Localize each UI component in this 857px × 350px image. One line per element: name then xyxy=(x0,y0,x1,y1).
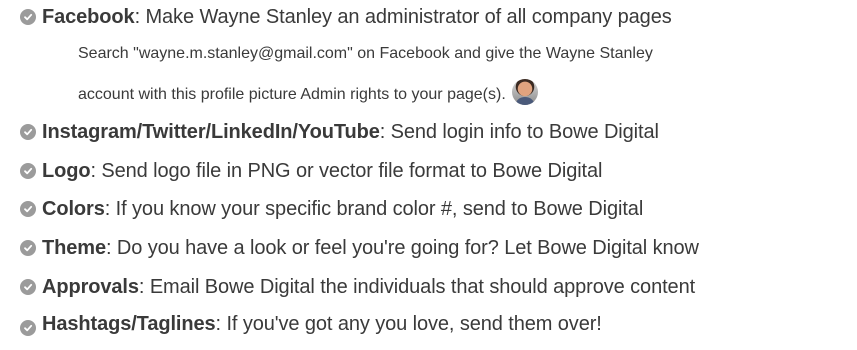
facebook-instructions-line-1: Search "wayne.m.stanley@gmail.com" on Fa… xyxy=(0,42,857,66)
checklist-item-facebook: Facebook: Make Wayne Stanley an administ… xyxy=(0,2,857,32)
check-circle-icon xyxy=(20,240,36,256)
item-title: Theme xyxy=(42,237,106,259)
item-description: : Email Bowe Digital the individuals tha… xyxy=(138,276,696,298)
item-title: Colors xyxy=(42,198,105,220)
checklist-item-hashtags: Hashtags/Taglines: If you've got any you… xyxy=(0,311,857,341)
check-circle-icon xyxy=(20,124,36,140)
item-text: Approvals: Email Bowe Digital the indivi… xyxy=(42,275,695,299)
item-text: Instagram/Twitter/LinkedIn/YouTube: Send… xyxy=(42,120,659,144)
check-circle-icon xyxy=(20,9,36,25)
check-circle-icon xyxy=(20,163,36,179)
checklist-item-social: Instagram/Twitter/LinkedIn/YouTube: Send… xyxy=(0,117,857,147)
avatar xyxy=(511,79,538,105)
item-text: Logo: Send logo file in PNG or vector fi… xyxy=(42,159,602,183)
checklist-item-theme: Theme: Do you have a look or feel you're… xyxy=(0,233,857,263)
item-title: Approvals xyxy=(42,276,139,298)
instruction-text-with-avatar: account with this profile picture Admin … xyxy=(78,79,538,108)
item-title: Facebook xyxy=(42,6,135,28)
item-text: Facebook: Make Wayne Stanley an administ… xyxy=(42,5,672,29)
item-text: Hashtags/Taglines: If you've got any you… xyxy=(42,312,602,336)
item-description: : Send login info to Bowe Digital xyxy=(379,121,659,143)
check-circle-icon xyxy=(20,320,36,336)
facebook-instructions-line-2: account with this profile picture Admin … xyxy=(0,78,857,108)
item-description: : If you know your specific brand color … xyxy=(104,198,644,220)
item-text: Colors: If you know your specific brand … xyxy=(42,197,643,221)
check-circle-icon xyxy=(20,279,36,295)
checklist-item-colors: Colors: If you know your specific brand … xyxy=(0,194,857,224)
checklist-item-approvals: Approvals: Email Bowe Digital the indivi… xyxy=(0,272,857,302)
checklist-item-logo: Logo: Send logo file in PNG or vector fi… xyxy=(0,156,857,186)
item-description: : Make Wayne Stanley an administrator of… xyxy=(134,6,672,28)
item-title: Logo xyxy=(42,160,91,182)
item-title: Instagram/Twitter/LinkedIn/YouTube xyxy=(42,121,380,143)
item-description: : If you've got any you love, send them … xyxy=(215,313,602,335)
item-text: Theme: Do you have a look or feel you're… xyxy=(42,236,699,260)
item-description: : Send logo file in PNG or vector file f… xyxy=(90,160,603,182)
check-circle-icon xyxy=(20,201,36,217)
instruction-text: account with this profile picture Admin … xyxy=(78,86,506,104)
instruction-text: Search "wayne.m.stanley@gmail.com" on Fa… xyxy=(78,45,653,62)
item-description: : Do you have a look or feel you're goin… xyxy=(105,237,699,259)
item-title: Hashtags/Taglines xyxy=(42,313,216,335)
